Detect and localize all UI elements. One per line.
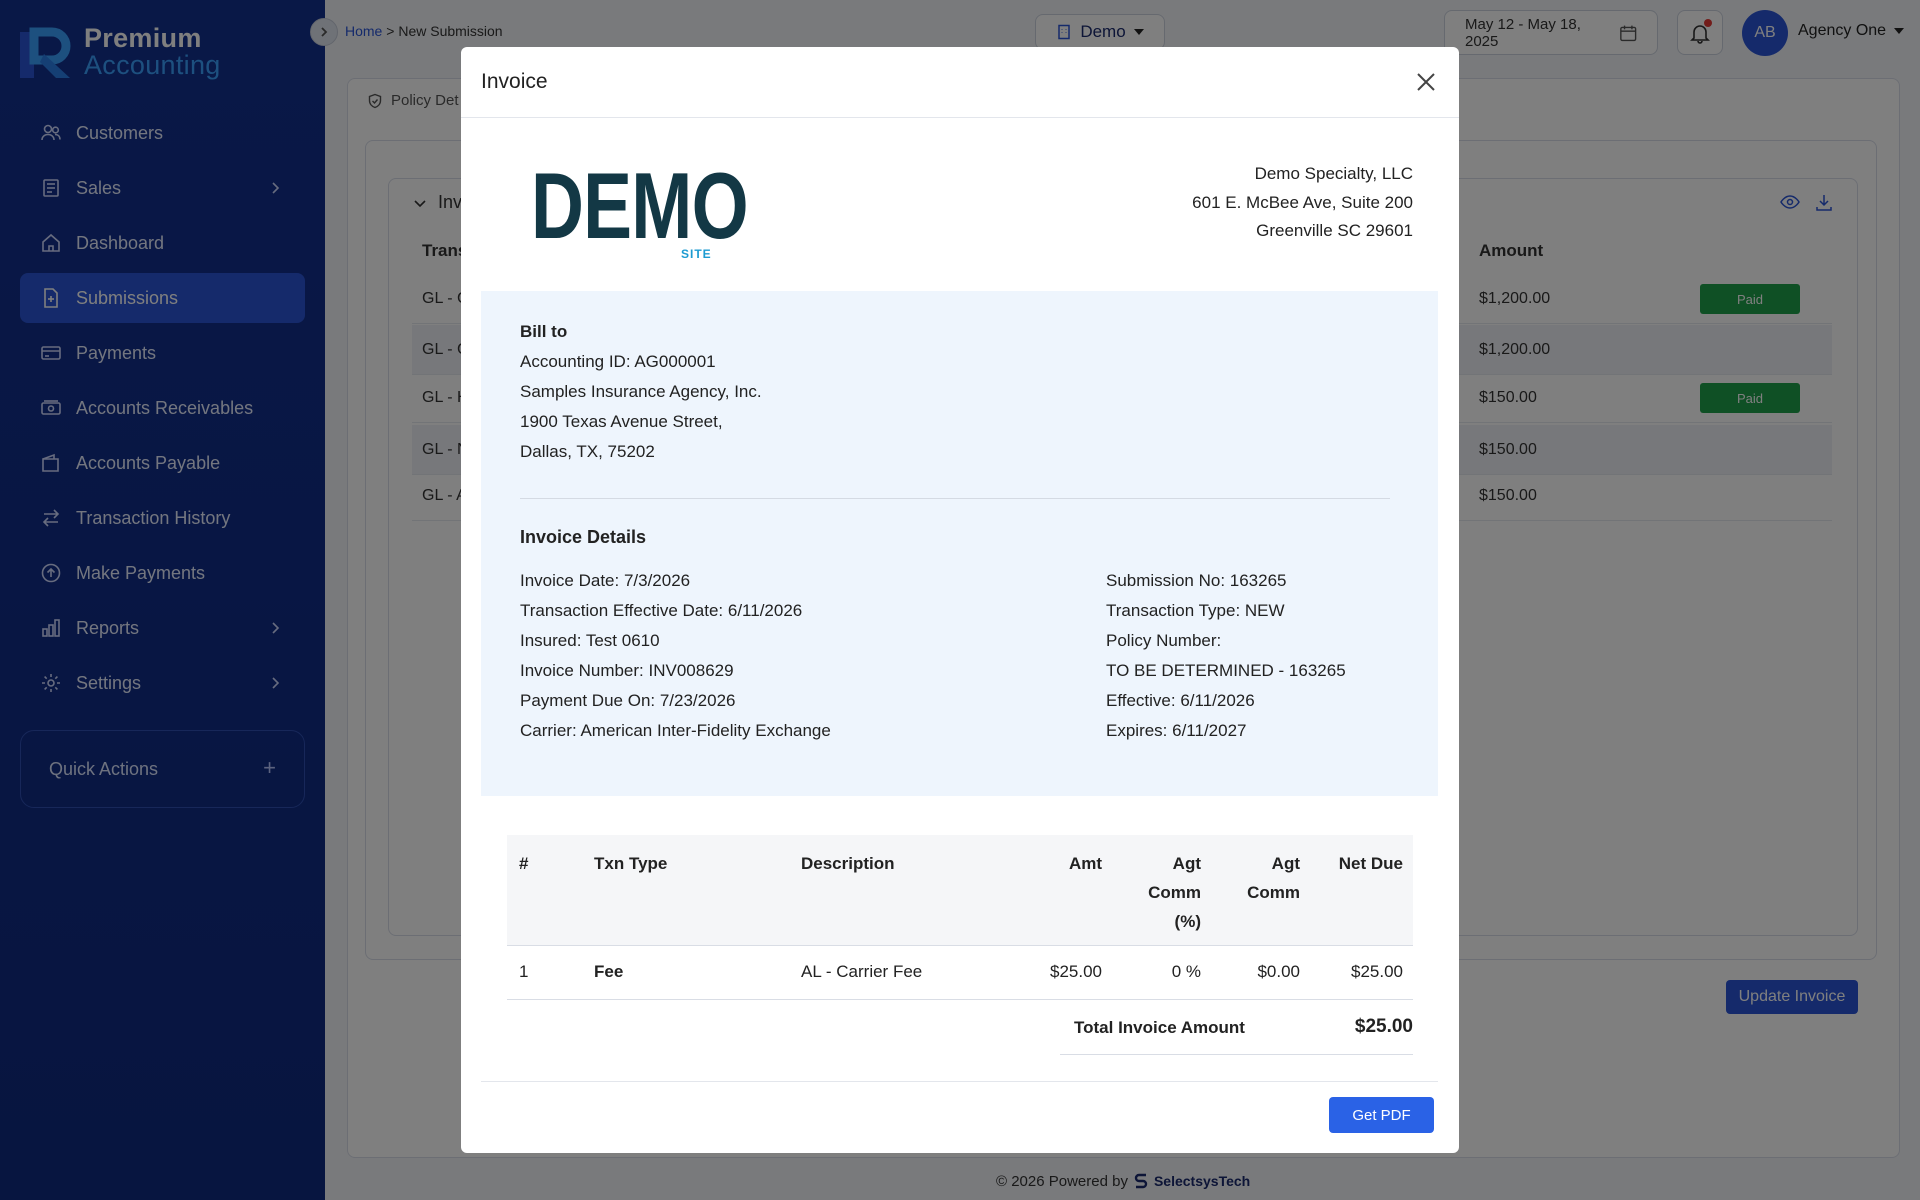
bill-to: Bill to Accounting ID: AG000001 Samples … — [520, 317, 762, 467]
cell-txn-type: Fee — [594, 962, 624, 981]
transaction-effective-date: Transaction Effective Date: 6/11/2026 — [520, 601, 803, 620]
column-header-agt-comm-line1: Agt — [1271, 854, 1300, 873]
column-header-agt-comm-line2: Comm — [1247, 883, 1300, 902]
column-header-txn-type: Txn Type — [594, 854, 668, 873]
column-header-num: # — [519, 854, 529, 873]
company-logo: DEMO SITE — [531, 153, 809, 262]
column-header-amt: Amt — [1068, 854, 1102, 873]
bill-to-street: 1900 Texas Avenue Street, — [520, 412, 723, 431]
column-header-net-due: Net Due — [1338, 854, 1403, 873]
invoice-line-items-table: # Txn Type Description Amt Agt Comm (%) … — [507, 835, 1413, 1055]
cell-description: AL - Carrier Fee — [801, 962, 923, 981]
company-name: Demo Specialty, LLC — [1254, 164, 1413, 183]
divider — [520, 498, 1390, 499]
get-pdf-button[interactable]: Get PDF — [1329, 1097, 1434, 1133]
close-button[interactable] — [1411, 67, 1441, 97]
bill-to-name: Samples Insurance Agency, Inc. — [520, 382, 762, 401]
submission-number: Submission No: 163265 — [1106, 571, 1287, 590]
billing-section: Bill to Accounting ID: AG000001 Samples … — [481, 291, 1438, 796]
carrier: Carrier: American Inter-Fidelity Exchang… — [520, 721, 831, 740]
column-header-agt-comm-pct: Agt Comm (%) — [1137, 849, 1201, 936]
total-value: $25.00 — [1354, 1016, 1413, 1037]
effective-date: Effective: 6/11/2026 — [1106, 691, 1255, 710]
invoice-date: Invoice Date: 7/3/2026 — [520, 571, 691, 590]
table-row: 1 Fee AL - Carrier Fee $25.00 0 % $0.00 … — [507, 946, 1413, 1000]
column-header-agt-comm-pct-line3: (%) — [1174, 912, 1201, 931]
cell-agt-comm: $0.00 — [1257, 962, 1300, 981]
modal-title: Invoice — [481, 70, 548, 93]
invoice-details-heading: Invoice Details — [520, 527, 647, 547]
total-label: Total Invoice Amount — [1074, 1018, 1245, 1037]
logo-subtext: SITE — [681, 247, 712, 261]
column-header-description: Description — [801, 854, 895, 873]
company-address-line1: 601 E. McBee Ave, Suite 200 — [1192, 192, 1413, 212]
column-header-agt-comm: Agt Comm — [1237, 849, 1300, 907]
company-address-line2: Greenville SC 29601 — [1256, 221, 1413, 240]
policy-number-label: Policy Number: — [1106, 631, 1222, 650]
logo-wordmark: DEMO — [531, 153, 749, 258]
transaction-type: Transaction Type: NEW — [1106, 601, 1285, 620]
expiration-date: Expires: 6/11/2027 — [1106, 721, 1247, 740]
column-header-agt-comm-pct-line1: Agt — [1172, 854, 1201, 873]
invoice-details-right: Submission No: 163265 Transaction Type: … — [1106, 566, 1346, 746]
accounting-id: Accounting ID: AG000001 — [520, 352, 716, 371]
cell-agt-comm-pct: 0 % — [1171, 962, 1201, 981]
table-header: # Txn Type Description Amt Agt Comm (%) … — [507, 835, 1413, 946]
company-address: Demo Specialty, LLC 601 E. McBee Ave, Su… — [1192, 160, 1413, 246]
bill-to-heading: Bill to — [520, 322, 568, 341]
modal-header: Invoice — [461, 47, 1459, 118]
policy-number-value: TO BE DETERMINED - 163265 — [1106, 661, 1346, 680]
cell-net-due: $25.00 — [1351, 962, 1403, 981]
invoice-total: Total Invoice Amount $25.00 — [1060, 1000, 1413, 1055]
invoice-modal: Invoice DEMO SITE Demo Specialty, LLC 60… — [461, 47, 1459, 1153]
close-icon — [1417, 73, 1435, 91]
invoice-details-left: Invoice Date: 7/3/2026 Transaction Effec… — [520, 566, 831, 746]
insured: Insured: Test 0610 — [520, 631, 660, 650]
bill-to-city: Dallas, TX, 75202 — [520, 442, 655, 461]
payment-due-on: Payment Due On: 7/23/2026 — [520, 691, 736, 710]
column-header-agt-comm-pct-line2: Comm — [1148, 883, 1201, 902]
cell-amt: $25.00 — [1050, 962, 1102, 981]
cell-num: 1 — [519, 962, 529, 981]
modal-footer-divider — [481, 1081, 1438, 1082]
invoice-number: Invoice Number: INV008629 — [520, 661, 734, 680]
